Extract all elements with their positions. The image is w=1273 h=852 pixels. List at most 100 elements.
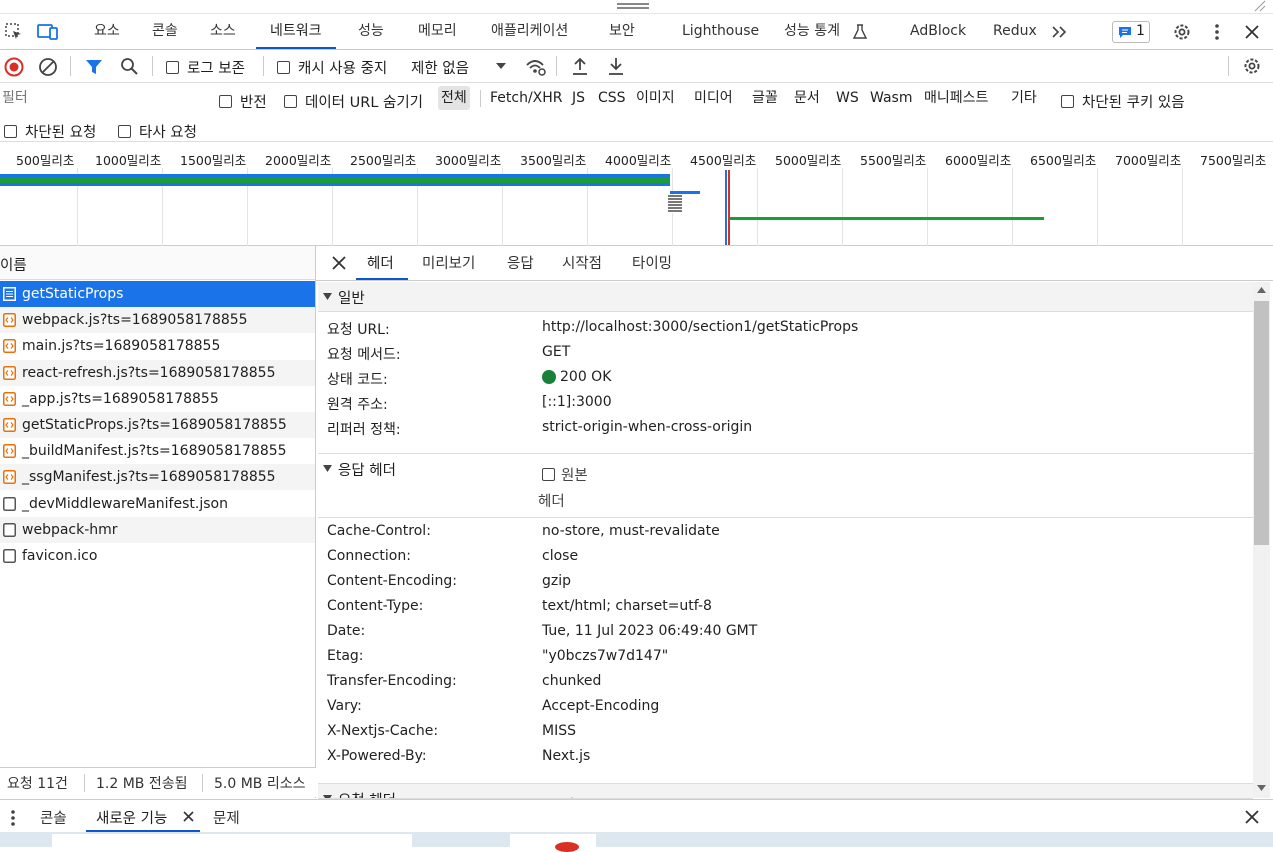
request-row[interactable]: _buildManifest.js?ts=1689058178855 [0,438,315,464]
invert-checkbox[interactable]: 반전 [219,91,267,112]
drawer-menu-icon[interactable] [10,809,16,827]
tab-adblock[interactable]: AdBlock [910,14,966,49]
tab-application[interactable]: 애플리케이션 [491,14,568,49]
scroll-up-arrow-icon[interactable] [1257,287,1266,293]
checkbox-box[interactable] [4,125,17,138]
name-column-label: 이름 [0,258,27,274]
tab-network[interactable]: 네트워크 [256,14,336,49]
blocked-cookies-checkbox[interactable]: 차단된 쿠키 있음 [1061,91,1185,112]
resize-grip-icon[interactable] [1252,0,1266,12]
request-row[interactable]: getStaticProps.js?ts=1689058178855 [0,412,315,438]
search-icon[interactable] [120,57,140,77]
type-filter-media[interactable]: 미디어 [694,86,733,110]
general-key: 원격 주소: [327,397,388,413]
throttling-select[interactable]: 제한 없음 [411,56,511,78]
network-settings-gear-icon[interactable] [1242,56,1262,76]
checkbox-box[interactable] [1061,95,1074,108]
general-value: GET [542,344,571,360]
request-row[interactable]: webpack.js?ts=1689058178855 [0,307,315,334]
checkbox-box[interactable] [118,125,131,138]
tab-sources[interactable]: 소스 [210,14,236,49]
blocked-requests-checkbox[interactable]: 차단된 요청 [4,121,96,142]
type-filter-ws[interactable]: WS [836,86,859,110]
disable-cache-checkbox[interactable]: 캐시 사용 중지 [277,57,387,78]
import-har-icon[interactable] [571,56,589,76]
filter-funnel-icon[interactable] [85,58,103,76]
request-row[interactable]: main.js?ts=1689058178855 [0,333,315,359]
close-devtools-icon[interactable] [1245,25,1259,39]
response-headers-section-header[interactable]: 응답 헤더 원본 헤더 [318,453,1253,518]
type-filter-css[interactable]: CSS [598,86,626,110]
tab-security[interactable]: 보안 [609,14,635,49]
header-value: Next.js [542,748,591,764]
type-filter-manifest[interactable]: 매니페스트 [924,86,988,110]
request-headers-section-header[interactable]: 요청 헤더 원본 [318,783,1253,799]
drawer-tab-whats-new[interactable]: 새로운 기능 [86,800,200,832]
tab-performance[interactable]: 성능 [358,14,384,49]
close-drawer-icon[interactable] [1245,810,1259,824]
more-tabs-icon[interactable] [1051,24,1069,40]
detail-scrollbar[interactable] [1253,282,1270,798]
tab-lighthouse[interactable]: Lighthouse [682,14,759,49]
request-row[interactable]: favicon.ico [0,543,315,569]
request-row[interactable]: react-refresh.js?ts=1689058178855 [0,359,315,386]
type-filter-fetch-xhr[interactable]: Fetch/XHR [490,86,563,110]
tab-response[interactable]: 응답 [507,252,534,273]
scroll-down-arrow-icon[interactable] [1257,785,1266,791]
close-detail-icon[interactable] [332,256,346,270]
hide-data-urls-checkbox[interactable]: 데이터 URL 숨기기 [284,91,423,112]
general-key: 요청 메서드: [327,347,401,363]
raw-headers-checkbox[interactable]: 원본 [542,464,588,485]
clear-icon[interactable] [38,57,58,77]
tab-redux[interactable]: Redux [993,14,1037,49]
filter-input[interactable] [0,87,202,109]
tab-elements[interactable]: 요소 [94,14,120,49]
type-filter-wasm[interactable]: Wasm [870,86,912,110]
issues-badge[interactable]: 1 [1112,21,1150,43]
request-row[interactable]: _devMiddlewareManifest.json [0,491,315,517]
tab-console[interactable]: 콘솔 [152,14,178,49]
tab-preview[interactable]: 미리보기 [422,252,475,273]
close-tab-icon[interactable] [183,811,194,822]
more-options-icon[interactable] [1214,23,1220,41]
tab-performance-insights[interactable]: 성능 통계 [784,14,840,49]
name-column-header[interactable]: 이름 [0,246,315,280]
drawer-tab-console[interactable]: 콘솔 [40,807,67,828]
checkbox-box[interactable] [542,468,555,481]
type-filter-font[interactable]: 글꼴 [752,86,778,110]
resources-size: 5.0 MB 리소스 [214,776,306,792]
preserve-log-checkbox[interactable]: 로그 보존 [166,57,245,78]
checkbox-box[interactable] [284,95,297,108]
type-filter-all[interactable]: 전체 [438,86,470,110]
timeline-tick: 3500밀리초 [520,153,587,168]
scrollbar-thumb[interactable] [1254,301,1269,545]
checkbox-box[interactable] [277,61,290,74]
inspect-element-icon[interactable] [4,22,24,42]
network-toolbar: 로그 보존 캐시 사용 중지 제한 없음 [0,50,1273,83]
network-conditions-icon[interactable] [525,57,547,77]
drag-handle-icon[interactable] [617,3,649,9]
device-toolbar-icon[interactable] [37,22,59,42]
tab-headers[interactable]: 헤더 [367,252,394,273]
record-stop-icon[interactable] [4,57,24,77]
tab-timing[interactable]: 타이밍 [632,252,672,273]
dom-content-loaded-marker [725,170,727,245]
checkbox-box[interactable] [166,61,179,74]
export-har-icon[interactable] [607,56,625,76]
type-filter-img[interactable]: 이미지 [636,86,675,110]
request-row[interactable]: webpack-hmr [0,516,315,543]
drawer-tab-issues[interactable]: 문제 [213,807,240,828]
request-row[interactable]: _app.js?ts=1689058178855 [0,386,315,412]
tab-memory[interactable]: 메모리 [418,14,457,49]
checkbox-box[interactable] [219,95,232,108]
type-filter-other[interactable]: 기타 [1011,86,1037,110]
type-filter-doc[interactable]: 문서 [794,86,820,110]
chevron-down-icon [495,62,507,70]
request-row[interactable]: _ssgManifest.js?ts=1689058178855 [0,464,315,491]
third-party-checkbox[interactable]: 타사 요청 [118,121,197,142]
settings-gear-icon[interactable] [1172,22,1192,42]
tab-initiator[interactable]: 시작점 [562,252,602,273]
request-row[interactable]: getStaticProps [0,281,315,307]
type-filter-js[interactable]: JS [572,86,585,110]
general-section-header[interactable]: 일반 [318,282,1253,312]
